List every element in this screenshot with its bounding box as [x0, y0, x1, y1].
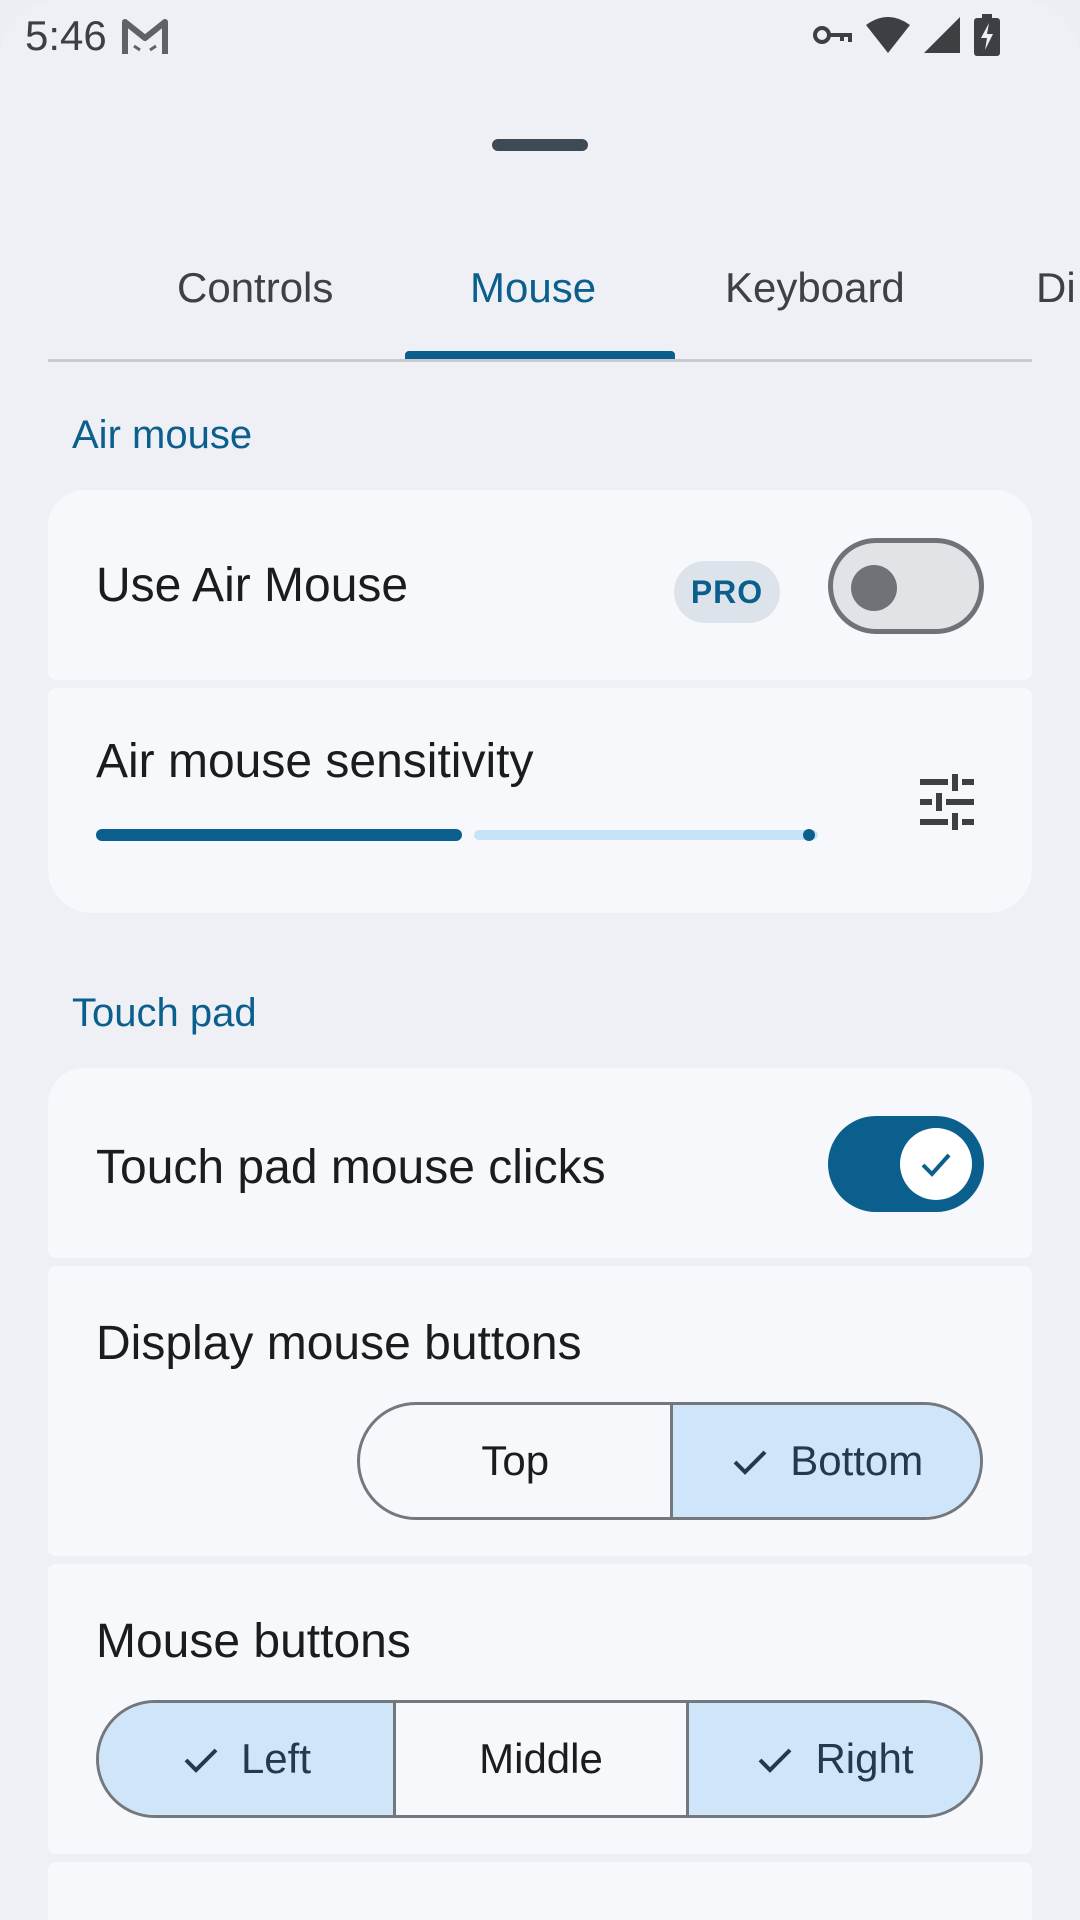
display-mouse-buttons-label: Display mouse buttons: [96, 1317, 582, 1370]
status-bar: 5:46: [0, 0, 1080, 76]
battery-charging-icon: [974, 14, 1000, 61]
status-time: 5:46: [25, 12, 107, 59]
segment-middle-label: Middle: [479, 1735, 603, 1782]
tab-mouse[interactable]: Mouse: [470, 246, 596, 356]
sensitivity-label: Air mouse sensitivity: [96, 735, 534, 788]
pro-badge: PRO: [674, 561, 780, 623]
cellular-icon: [924, 17, 960, 58]
status-icons: [812, 14, 1000, 61]
sensitivity-slider-end-dot: [803, 829, 815, 841]
gmail-icon: [122, 16, 168, 61]
switch-thumb: [900, 1128, 972, 1200]
use-air-mouse-switch[interactable]: [828, 538, 984, 634]
check-icon: [184, 1748, 218, 1773]
mouse-buttons-segmented: Left Middle Right: [96, 1700, 983, 1818]
segment-middle[interactable]: Middle: [392, 1703, 686, 1815]
segment-right-label: Right: [815, 1735, 914, 1782]
tab-display[interactable]: Di: [1036, 246, 1076, 356]
tab-indicator: [405, 351, 675, 359]
sensitivity-slider-inactive-track[interactable]: [474, 830, 818, 840]
vpn-key-icon: [812, 23, 852, 52]
check-icon: [921, 1153, 951, 1177]
touch-pad-clicks-switch[interactable]: [828, 1116, 984, 1212]
sensitivity-card: Air mouse sensitivity: [48, 688, 1032, 913]
segment-left-label: Left: [240, 1735, 312, 1782]
next-setting-card: [48, 1862, 1032, 1920]
segment-top[interactable]: Top: [360, 1405, 670, 1517]
check-icon: [759, 1748, 792, 1773]
segment-bottom-label: Bottom: [790, 1437, 924, 1484]
check-icon: [733, 1450, 767, 1475]
segment-left[interactable]: Left: [99, 1703, 393, 1815]
section-title-touch-pad: Touch pad: [72, 991, 257, 1035]
tune-icon[interactable]: [918, 774, 976, 835]
tab-bar: Controls Mouse Keyboard Di: [0, 246, 1080, 362]
drag-handle[interactable]: [492, 139, 588, 151]
display-buttons-segmented: Top Bottom: [357, 1402, 983, 1520]
mouse-buttons-label: Mouse buttons: [96, 1615, 411, 1668]
segment-right[interactable]: Right: [686, 1703, 980, 1815]
use-air-mouse-label: Use Air Mouse: [96, 559, 409, 612]
tab-keyboard[interactable]: Keyboard: [725, 246, 905, 356]
segment-bottom[interactable]: Bottom: [670, 1405, 980, 1517]
sensitivity-slider-active-track[interactable]: [96, 829, 462, 841]
touch-pad-clicks-label: Touch pad mouse clicks: [96, 1141, 606, 1194]
wifi-icon: [866, 17, 910, 58]
segment-top-label: Top: [481, 1437, 550, 1484]
screen: 5:46 Controls Mouse Keyboard Di Air mous…: [0, 0, 1080, 1920]
section-title-air-mouse: Air mouse: [72, 413, 253, 457]
tab-controls[interactable]: Controls: [177, 246, 333, 356]
tabs-divider: [48, 359, 1032, 362]
switch-thumb: [851, 565, 897, 611]
